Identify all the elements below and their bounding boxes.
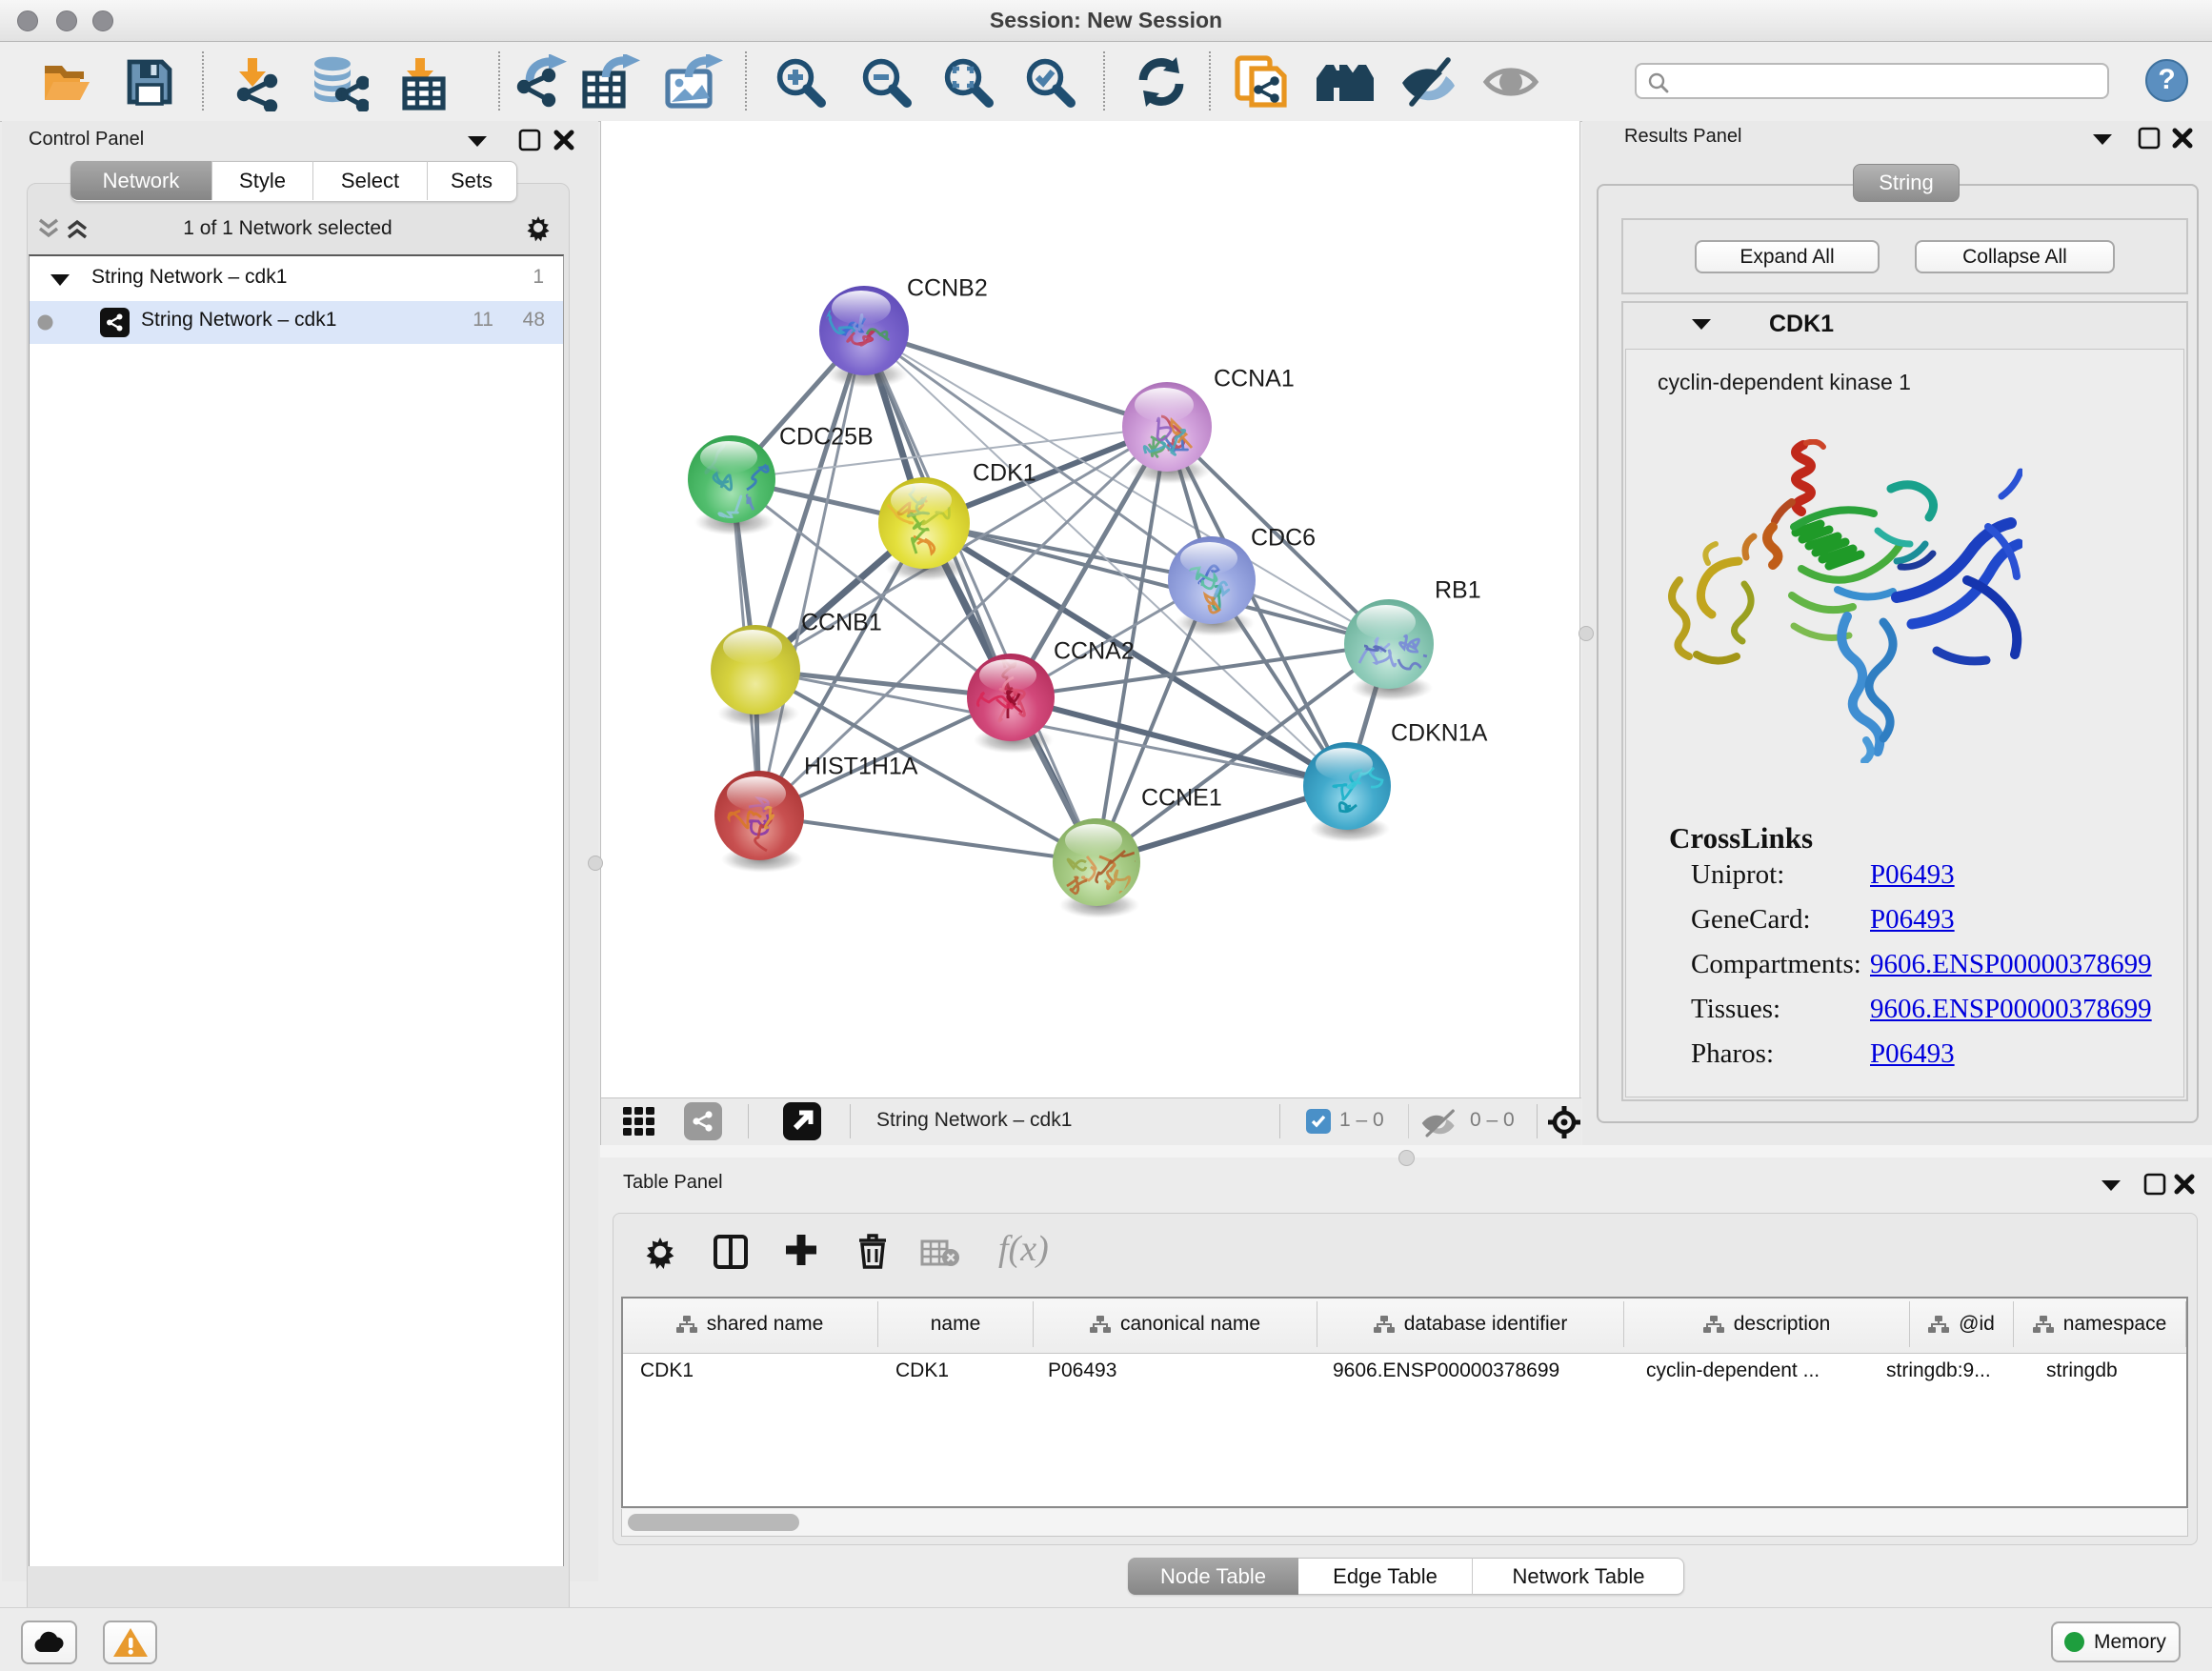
svg-text:CDC6: CDC6: [1251, 525, 1316, 552]
svg-text:CCNA1: CCNA1: [1214, 366, 1295, 393]
svg-text:CDK1: CDK1: [973, 460, 1036, 487]
svg-text:CCNB1: CCNB1: [801, 610, 882, 636]
svg-text:CCNE1: CCNE1: [1141, 785, 1222, 812]
svg-text:CDC25B: CDC25B: [779, 424, 874, 451]
svg-text:CCNA2: CCNA2: [1054, 638, 1135, 665]
svg-text:CDKN1A: CDKN1A: [1391, 720, 1488, 747]
svg-text:HIST1H1A: HIST1H1A: [804, 754, 918, 780]
svg-text:CCNB2: CCNB2: [907, 275, 988, 302]
svg-text:RB1: RB1: [1435, 577, 1481, 604]
